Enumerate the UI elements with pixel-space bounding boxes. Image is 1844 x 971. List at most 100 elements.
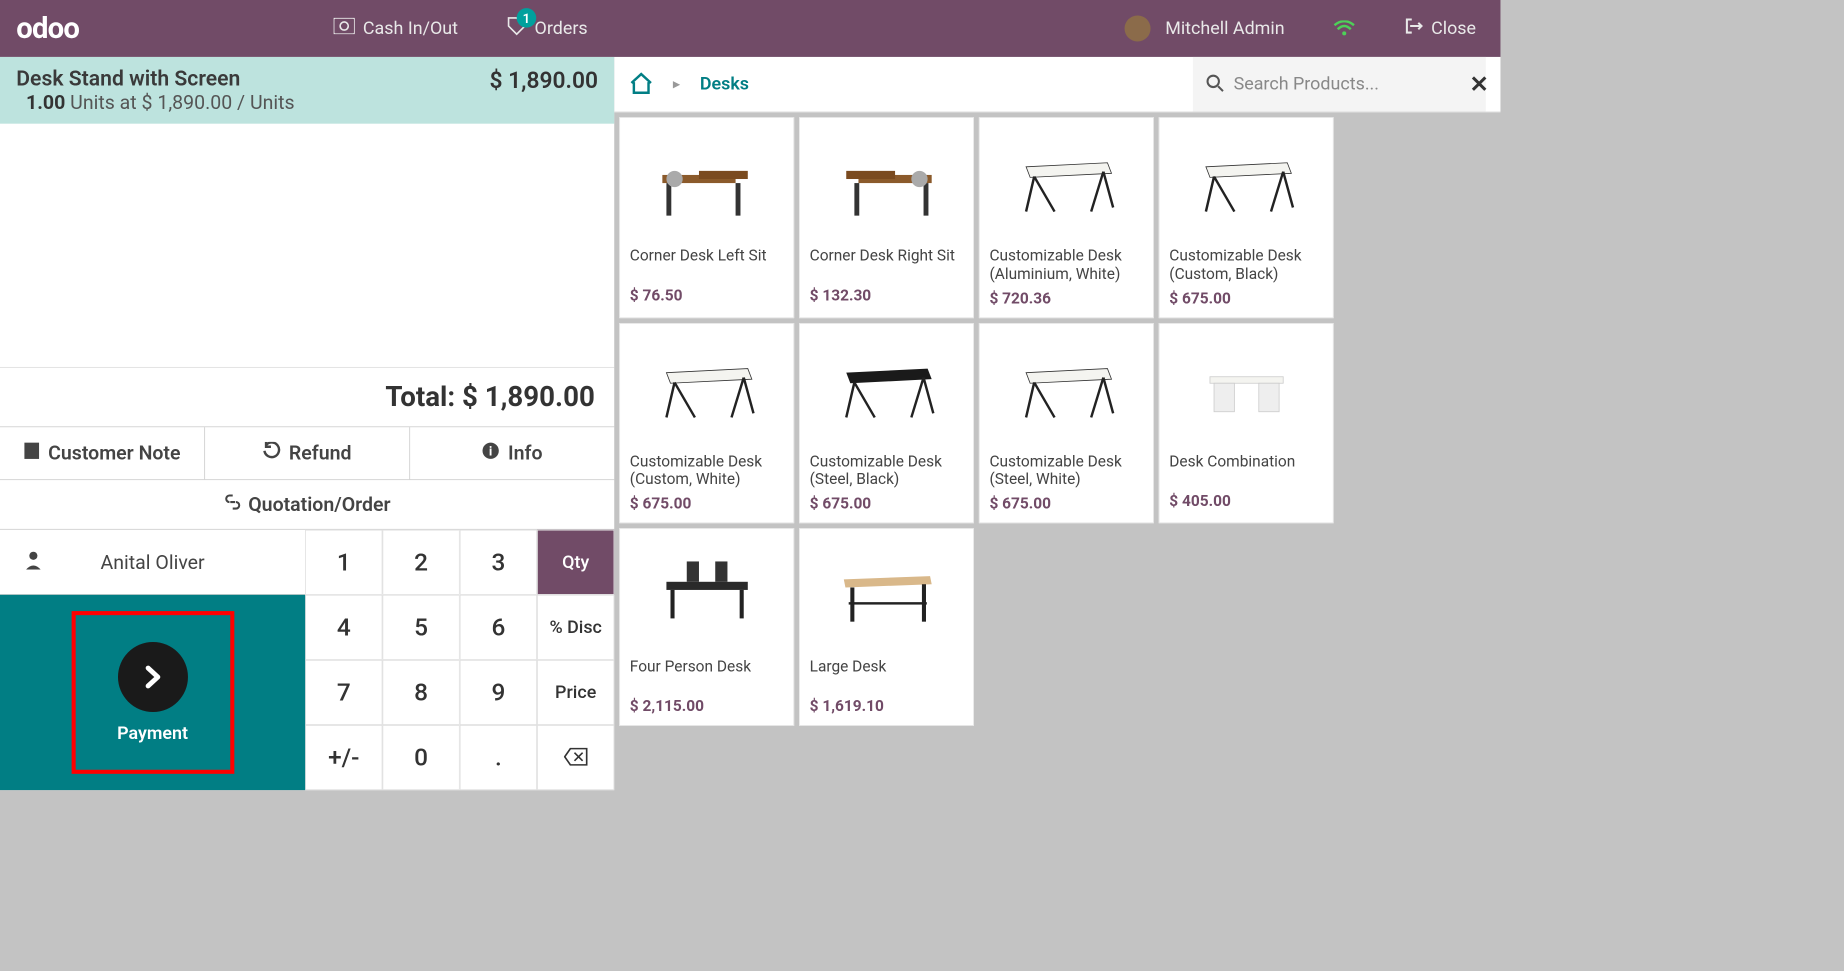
- numpad-1[interactable]: 1: [305, 530, 382, 595]
- close-label: Close: [1431, 18, 1476, 38]
- product-price: $ 675.00: [980, 491, 1153, 523]
- product-name: Customizable Desk (Steel, White): [980, 446, 1153, 491]
- product-image: [1160, 324, 1333, 446]
- info-icon: i: [482, 442, 500, 465]
- products-panel: ▸ Desks ✕ Corner Desk Left Sit $ 76.50 C…: [614, 57, 1500, 790]
- numpad: 1 2 3 Qty 4 5 6 % Disc 7 8 9 Price +/- 0…: [305, 530, 614, 790]
- numpad-4[interactable]: 4: [305, 595, 382, 660]
- top-bar: odoo Cash In/Out 1 Orders Mitchell Admin…: [0, 0, 1500, 57]
- numpad-backspace[interactable]: [537, 725, 614, 790]
- product-name: Large Desk: [800, 651, 973, 693]
- product-price: $ 1,619.10: [800, 693, 973, 725]
- cash-icon: [334, 18, 355, 39]
- clear-search-button[interactable]: ✕: [1470, 71, 1489, 98]
- cash-in-out-button[interactable]: Cash In/Out: [309, 18, 482, 39]
- numpad-9[interactable]: 9: [460, 660, 537, 725]
- avatar: [1125, 15, 1151, 41]
- tag-icon: 1: [507, 16, 527, 40]
- product-price: $ 405.00: [1160, 488, 1333, 520]
- customer-button[interactable]: Anital Oliver: [0, 530, 305, 595]
- product-card[interactable]: Customizable Desk (Custom, Black) $ 675.…: [1159, 117, 1334, 318]
- user-menu[interactable]: Mitchell Admin: [1100, 15, 1309, 41]
- payment-button[interactable]: Payment: [0, 595, 305, 790]
- product-image: [800, 529, 973, 651]
- product-image: [980, 324, 1153, 446]
- logout-icon: [1403, 16, 1423, 40]
- order-total: Total: $ 1,890.00: [0, 367, 614, 426]
- search-icon: [1206, 74, 1224, 95]
- numpad-mode-disc[interactable]: % Disc: [537, 595, 614, 660]
- orders-button[interactable]: 1 Orders: [482, 16, 612, 40]
- numpad-5[interactable]: 5: [382, 595, 459, 660]
- product-price: $ 2,115.00: [620, 693, 793, 725]
- breadcrumb-category[interactable]: Desks: [700, 74, 749, 94]
- orderline-name: Desk Stand with Screen: [16, 67, 489, 91]
- orders-badge: 1: [517, 8, 537, 28]
- note-icon: [24, 442, 40, 465]
- product-name: Four Person Desk: [620, 651, 793, 693]
- products-grid: Corner Desk Left Sit $ 76.50 Corner Desk…: [614, 112, 1500, 731]
- numpad-plusminus[interactable]: +/-: [305, 725, 382, 790]
- product-price: $ 720.36: [980, 285, 1153, 317]
- numpad-6[interactable]: 6: [460, 595, 537, 660]
- numpad-mode-qty[interactable]: Qty: [537, 530, 614, 595]
- info-button[interactable]: i Info: [409, 427, 614, 479]
- product-name: Desk Combination: [1160, 446, 1333, 488]
- home-icon[interactable]: [629, 71, 653, 97]
- product-card[interactable]: Customizable Desk (Steel, White) $ 675.0…: [979, 323, 1154, 524]
- numpad-7[interactable]: 7: [305, 660, 382, 725]
- product-image: [980, 118, 1153, 240]
- customer-name: Anital Oliver: [101, 550, 205, 573]
- product-card[interactable]: Desk Combination $ 405.00: [1159, 323, 1334, 524]
- link-icon: [224, 493, 242, 516]
- numpad-2[interactable]: 2: [382, 530, 459, 595]
- quotation-order-button[interactable]: Quotation/Order: [0, 480, 614, 530]
- user-icon: [24, 550, 42, 574]
- product-card[interactable]: Customizable Desk (Aluminium, White) $ 7…: [979, 117, 1154, 318]
- product-name: Corner Desk Left Sit: [620, 240, 793, 282]
- numpad-3[interactable]: 3: [460, 530, 537, 595]
- order-panel: Desk Stand with Screen 1.00 Units at $ 1…: [0, 57, 614, 790]
- product-image: [620, 118, 793, 240]
- product-name: Customizable Desk (Custom, Black): [1160, 240, 1333, 285]
- wifi-icon: [1309, 20, 1379, 36]
- product-name: Corner Desk Right Sit: [800, 240, 973, 282]
- product-name: Customizable Desk (Aluminium, White): [980, 240, 1153, 285]
- orderline-price: $ 1,890.00: [489, 67, 598, 94]
- close-button[interactable]: Close: [1379, 16, 1500, 40]
- order-line[interactable]: Desk Stand with Screen 1.00 Units at $ 1…: [0, 57, 614, 124]
- highlight-annotation: [71, 611, 234, 774]
- orders-label: Orders: [535, 18, 588, 38]
- backspace-icon: [563, 743, 587, 771]
- product-price: $ 675.00: [800, 491, 973, 523]
- svg-text:i: i: [489, 445, 492, 460]
- cash-label: Cash In/Out: [363, 18, 458, 38]
- product-card[interactable]: Large Desk $ 1,619.10: [799, 528, 974, 726]
- refund-button[interactable]: Refund: [204, 427, 409, 479]
- breadcrumb: ▸ Desks ✕: [614, 57, 1500, 112]
- numpad-mode-price[interactable]: Price: [537, 660, 614, 725]
- numpad-dot[interactable]: .: [460, 725, 537, 790]
- product-image: [800, 324, 973, 446]
- product-card[interactable]: Customizable Desk (Steel, Black) $ 675.0…: [799, 323, 974, 524]
- product-price: $ 675.00: [1160, 285, 1333, 317]
- product-card[interactable]: Customizable Desk (Custom, White) $ 675.…: [619, 323, 794, 524]
- search-input[interactable]: [1234, 74, 1460, 94]
- numpad-8[interactable]: 8: [382, 660, 459, 725]
- product-image: [620, 324, 793, 446]
- user-name: Mitchell Admin: [1165, 18, 1284, 38]
- numpad-0[interactable]: 0: [382, 725, 459, 790]
- product-price: $ 76.50: [620, 282, 793, 314]
- chevron-right-icon: ▸: [673, 76, 680, 93]
- product-card[interactable]: Four Person Desk $ 2,115.00: [619, 528, 794, 726]
- product-name: Customizable Desk (Custom, White): [620, 446, 793, 491]
- customer-note-button[interactable]: Customer Note: [0, 427, 204, 479]
- product-name: Customizable Desk (Steel, Black): [800, 446, 973, 491]
- undo-icon: [263, 442, 281, 465]
- logo: odoo: [0, 11, 309, 45]
- product-image: [620, 529, 793, 651]
- product-image: [800, 118, 973, 240]
- product-price: $ 132.30: [800, 282, 973, 314]
- product-card[interactable]: Corner Desk Left Sit $ 76.50: [619, 117, 794, 318]
- product-card[interactable]: Corner Desk Right Sit $ 132.30: [799, 117, 974, 318]
